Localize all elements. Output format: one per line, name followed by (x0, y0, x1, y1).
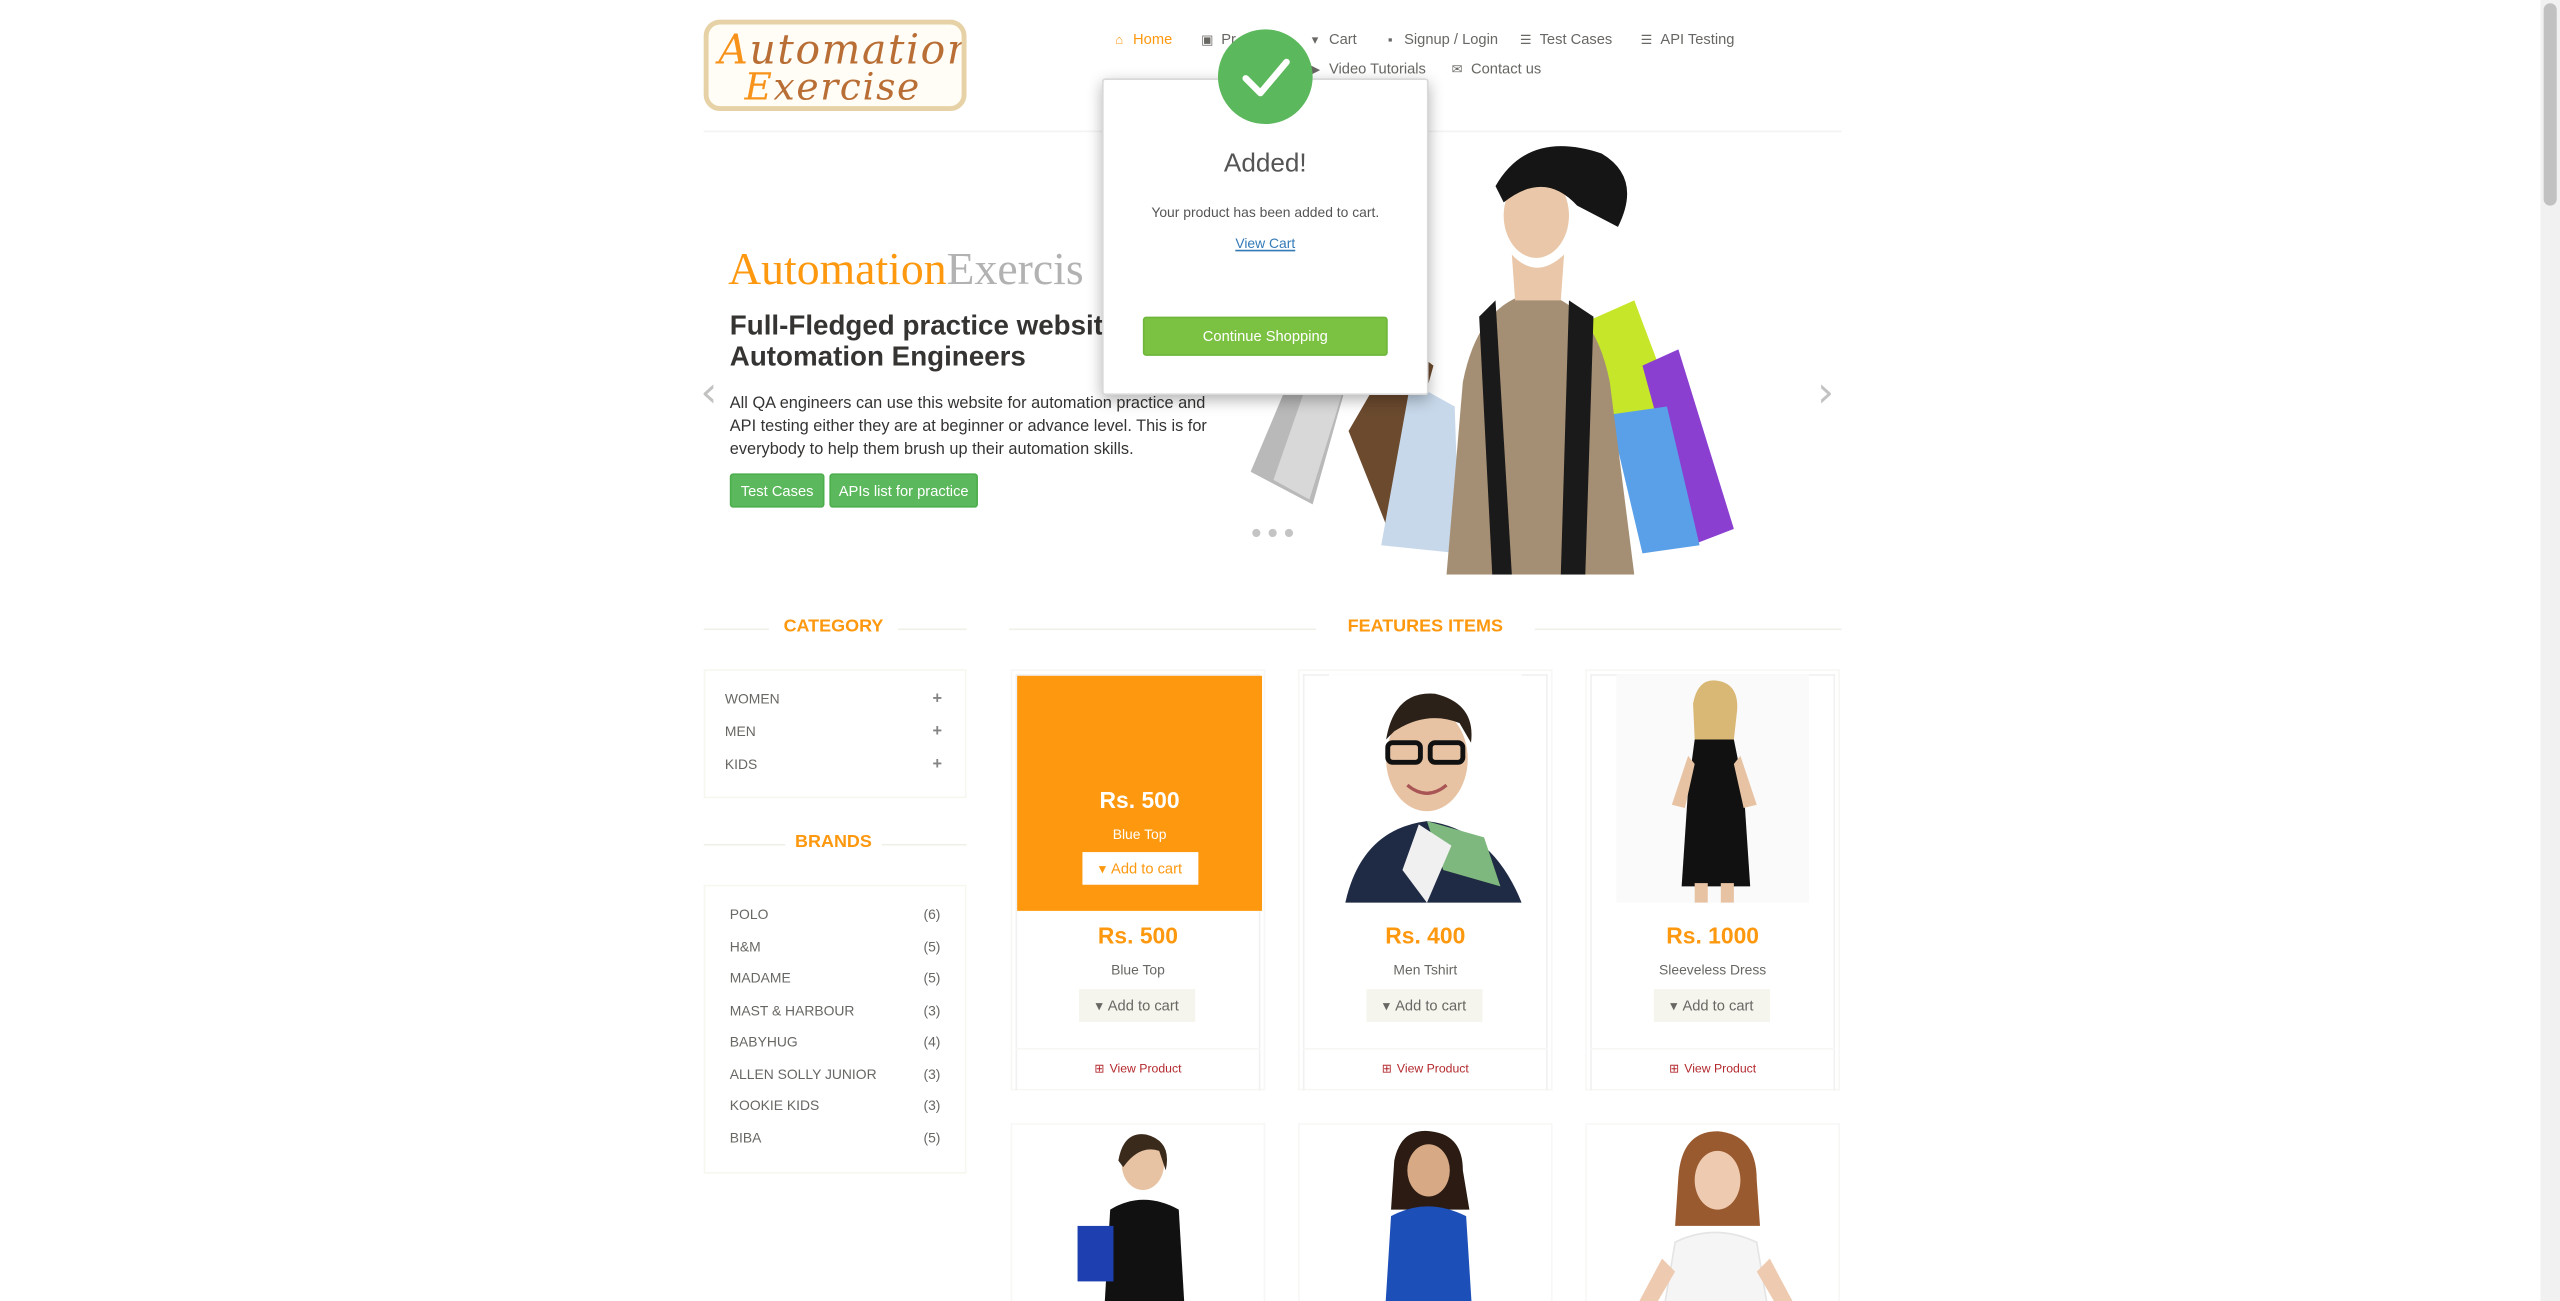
category-heading: CATEGORY (783, 617, 884, 637)
envelope-icon: ✉ (1451, 61, 1463, 76)
plus-icon[interactable]: + (932, 690, 942, 708)
divider (703, 628, 769, 631)
product-price: Rs. 500 (1097, 922, 1178, 949)
nav-video-tutorials[interactable]: ▶ Video Tutorials (1308, 60, 1426, 76)
divider (897, 628, 967, 631)
slider-next-arrow[interactable]: › (1817, 369, 1834, 418)
slider-text: All QA engineers can use this website fo… (729, 395, 1207, 459)
overlay-add-to-cart-button[interactable]: ▾ Add to cart (1082, 852, 1199, 885)
category-kids[interactable]: KIDS + (725, 756, 942, 774)
product-card (1585, 1123, 1840, 1301)
brand-item[interactable]: MADAME (5) (730, 970, 941, 986)
added-modal: Added! Your product has been added to ca… (1102, 78, 1429, 396)
cart-icon: ▾ (1382, 996, 1391, 1013)
brands-heading: BRANDS (795, 832, 872, 853)
product-card (1297, 1123, 1553, 1301)
product-overlay[interactable]: Rs. 500 Blue Top ▾ Add to cart (1017, 675, 1263, 911)
brand-item[interactable]: KOOKIE KIDS (3) (730, 1097, 941, 1113)
divider (1534, 628, 1842, 631)
modal-message: Your product has been added to cart. (1151, 204, 1380, 221)
home-icon: ⌂ (1115, 31, 1124, 47)
list-icon: ☰ (1640, 31, 1653, 47)
add-to-cart-button[interactable]: ▾ Add to cart (1653, 989, 1770, 1022)
brand-item[interactable]: H&M (5) (730, 939, 941, 955)
apis-list-button[interactable]: APIs list for practice (829, 473, 978, 508)
divider (703, 843, 786, 846)
product-image (1639, 1131, 1793, 1301)
brand-item[interactable]: BABYHUG (4) (730, 1033, 941, 1049)
plus-icon[interactable]: + (932, 756, 942, 774)
lock-icon: ▪ (1387, 31, 1393, 47)
product-card: Rs. 500 Blue Top ▾ Add to cart Rs. 500 Bl… (1010, 669, 1266, 1091)
slider-prev-arrow[interactable]: ‹ (700, 369, 717, 418)
brands-panel: POLO (6) H&M (5) MADAME (5) MAST & HARBOUR(… (703, 884, 967, 1174)
view-cart-link[interactable]: View Cart (1104, 235, 1427, 251)
product-name: Blue Top (1111, 961, 1165, 978)
product-card: Rs. 1000 Sleeveless Dress ▾ Add to cart ⊞… (1585, 669, 1840, 1091)
site-logo[interactable]: Automation Exercise (703, 19, 967, 112)
category-men[interactable]: MEN + (725, 723, 942, 741)
category-panel: WOMEN + MEN + KIDS + (703, 669, 967, 799)
plus-square-icon: ⊞ (1669, 1061, 1680, 1076)
list-icon: ☰ (1519, 31, 1532, 47)
modal-title: Added! (1223, 150, 1307, 178)
cart-icon: ▾ (1670, 996, 1678, 1013)
success-check-badge (1217, 29, 1313, 125)
product-name: Sleeveless Dress (1659, 961, 1767, 978)
product-card (1010, 1123, 1266, 1301)
product-price: Rs. 1000 (1666, 922, 1760, 949)
logo-line-2: Exercise (744, 66, 921, 110)
features-heading: FEATURES ITEMS (1347, 617, 1503, 637)
nav-signup-login[interactable]: ▪ Signup / Login (1383, 31, 1498, 47)
product-name: Men Tshirt (1393, 961, 1458, 978)
plus-icon[interactable]: + (932, 723, 942, 741)
cart-icon: ▾ (1095, 996, 1103, 1013)
scrollbar-thumb[interactable] (2543, 3, 2557, 206)
product-image (1077, 1134, 1185, 1301)
product-name: Blue Top (1112, 825, 1167, 843)
continue-shopping-button[interactable]: Continue Shopping (1142, 316, 1388, 356)
nav-test-cases[interactable]: ☰ Test Cases (1518, 31, 1612, 47)
product-image (1616, 674, 1809, 903)
slider-title: AutomationExercis (728, 244, 1084, 296)
brand-item[interactable]: MAST & HARBOUR (3) (730, 1002, 941, 1018)
add-to-cart-button[interactable]: ▾ Add to cart (1366, 989, 1483, 1022)
product-price: Rs. 500 (1099, 786, 1180, 813)
view-product-link[interactable]: ⊞ View Product (1590, 1047, 1836, 1087)
product-price: Rs. 400 (1385, 922, 1466, 949)
product-image (1328, 674, 1522, 903)
plus-square-icon: ⊞ (1094, 1061, 1105, 1076)
nav-contact-us[interactable]: ✉ Contact us (1450, 60, 1542, 76)
nav-cart[interactable]: ▾ Cart (1308, 31, 1357, 47)
add-to-cart-button[interactable]: ▾ Add to cart (1079, 989, 1196, 1022)
view-product-link[interactable]: ⊞ View Product (1302, 1047, 1548, 1087)
divider (881, 843, 967, 846)
test-cases-button[interactable]: Test Cases (729, 473, 825, 508)
brand-item[interactable]: BIBA (5) (730, 1130, 941, 1146)
nav-home[interactable]: ⌂ Home (1112, 31, 1172, 47)
nav-api-testing[interactable]: ☰ API Testing (1639, 31, 1735, 47)
cart-icon: ▾ (1098, 859, 1107, 876)
brand-item[interactable]: POLO (6) (730, 906, 941, 922)
divider (1008, 628, 1316, 631)
product-card: Rs. 400 Men Tshirt ▾ Add to cart ⊞ View Pr… (1297, 669, 1553, 1091)
view-product-link[interactable]: ⊞ View Product (1015, 1047, 1261, 1087)
checkmark-icon (1242, 58, 1290, 97)
products-icon: ▣ (1201, 31, 1214, 47)
brand-item[interactable]: ALLEN SOLLY JUNIOR (3) (730, 1066, 941, 1082)
category-women[interactable]: WOMEN + (725, 690, 942, 708)
product-image (1385, 1130, 1472, 1301)
plus-square-icon: ⊞ (1381, 1061, 1393, 1076)
